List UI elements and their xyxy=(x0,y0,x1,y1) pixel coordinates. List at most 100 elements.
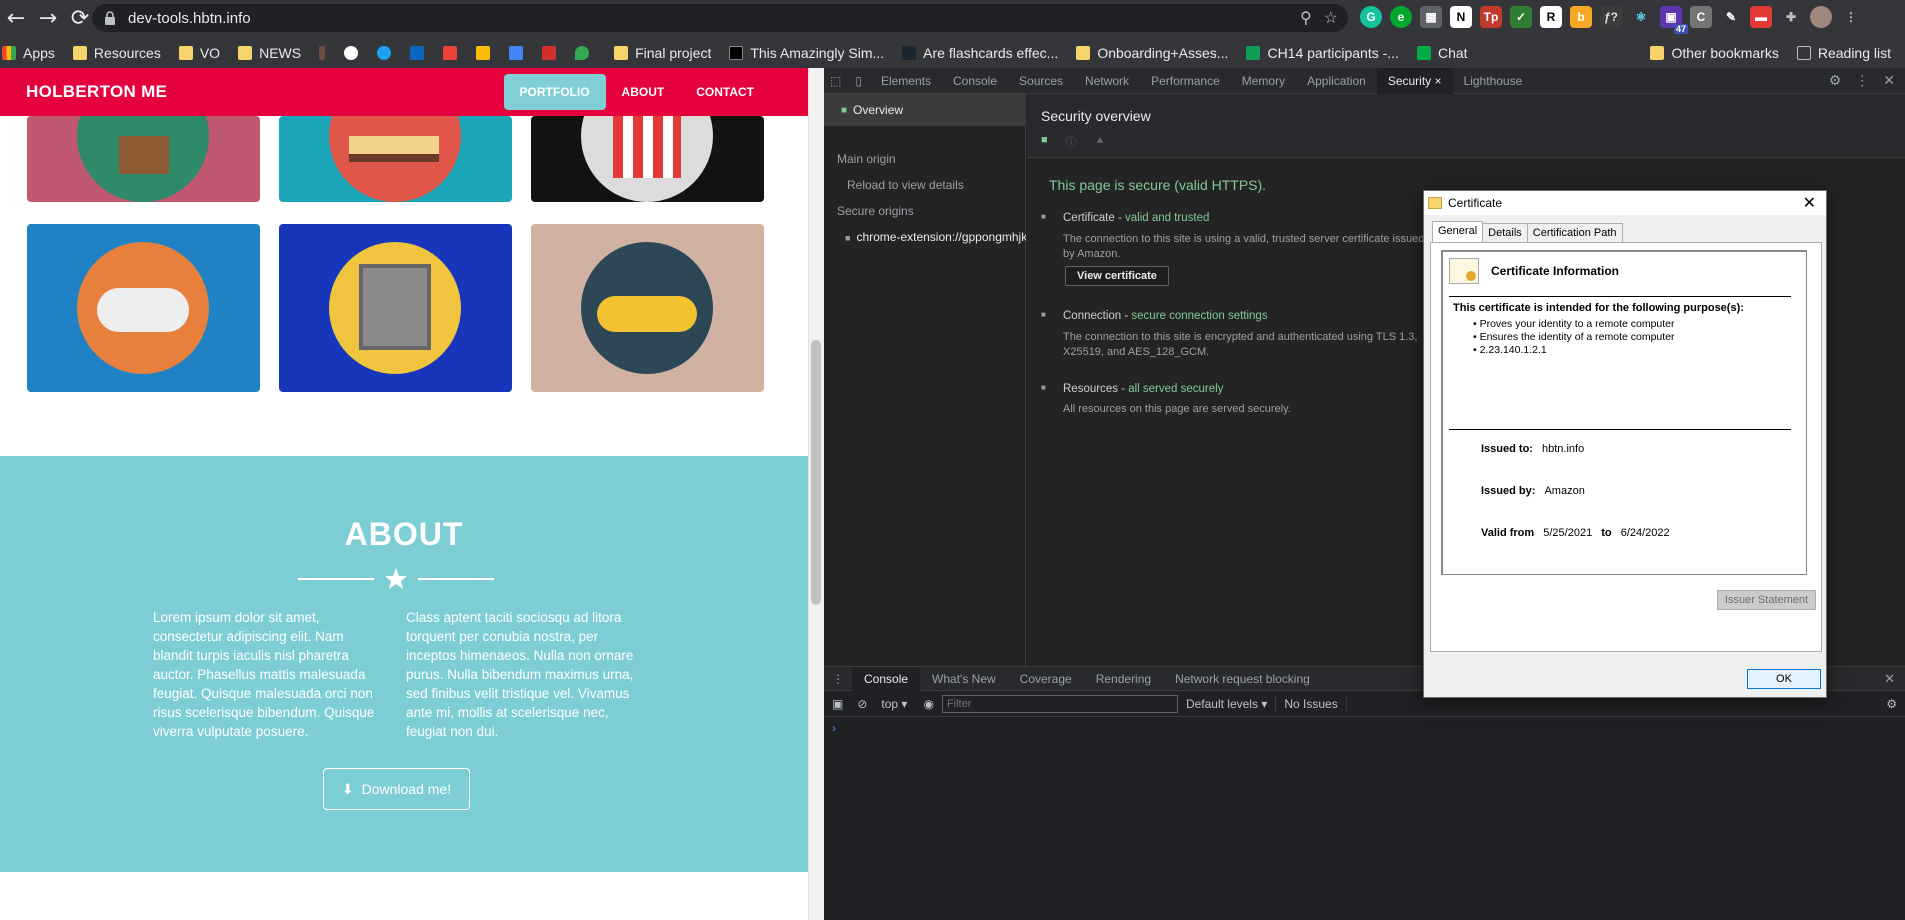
context-selector[interactable]: top ▾ xyxy=(873,697,915,711)
extension-icon[interactable]: ✓ xyxy=(1510,6,1532,28)
sidebar-toggle-icon[interactable]: ▣ xyxy=(824,697,851,711)
console-filter-input[interactable] xyxy=(941,694,1178,713)
log-levels-dropdown[interactable]: Default levels ▾ xyxy=(1178,697,1275,711)
drawer-tab-request-blocking[interactable]: Network request blocking xyxy=(1163,667,1322,691)
tab-lighthouse[interactable]: Lighthouse xyxy=(1453,68,1534,94)
certificate-info-box: Certificate Information This certificate… xyxy=(1441,250,1807,575)
maps-icon[interactable] xyxy=(575,45,590,60)
bookmark-link[interactable]: CH14 participants -... xyxy=(1246,45,1399,61)
tab-console[interactable]: Console xyxy=(942,68,1008,94)
close-drawer-icon[interactable]: ✕ xyxy=(1884,671,1905,687)
menu-kebab-icon[interactable]: ⋮ xyxy=(1840,6,1862,28)
bullet-icon: ■ xyxy=(1041,212,1046,221)
back-icon[interactable]: ← xyxy=(0,6,32,31)
drawer-tab-coverage[interactable]: Coverage xyxy=(1008,667,1084,691)
extension-icon[interactable]: R xyxy=(1540,6,1562,28)
sidebar-item-origin[interactable]: ■ chrome-extension://gppongmhjkpf xyxy=(845,230,1026,244)
zoom-icon[interactable]: ⚲ xyxy=(1300,8,1312,28)
portfolio-tile-cabin[interactable] xyxy=(27,116,260,202)
tab-network[interactable]: Network xyxy=(1074,68,1140,94)
bookmark-folder[interactable]: Final project xyxy=(614,45,711,61)
avatar[interactable] xyxy=(1810,6,1832,28)
notion-icon[interactable]: N xyxy=(1450,6,1472,28)
device-toggle-icon[interactable]: ▯ xyxy=(847,68,870,94)
nav-portfolio[interactable]: PORTFOLIO xyxy=(503,74,606,110)
download-button[interactable]: ⬇ Download me! xyxy=(323,768,470,810)
drawer-menu-icon[interactable]: ⋮ xyxy=(824,667,852,691)
live-expression-eye-icon[interactable]: ◉ xyxy=(915,697,941,711)
portfolio-tile-safe[interactable] xyxy=(279,224,512,392)
drawer-tab-console[interactable]: Console xyxy=(852,666,921,691)
portfolio-tile-circus[interactable] xyxy=(531,116,764,202)
linkedin-icon[interactable] xyxy=(410,45,425,60)
portfolio-tile-gamepad[interactable] xyxy=(27,224,260,392)
bookmark-link[interactable]: This Amazingly Sim... xyxy=(729,45,884,61)
bookmark-icon[interactable] xyxy=(542,45,557,60)
bookmark-other[interactable]: Other bookmarks xyxy=(1650,45,1779,61)
bookmark-star-icon[interactable]: ☆ xyxy=(1324,8,1338,28)
portfolio-tile-cake[interactable] xyxy=(279,116,512,202)
gmail-icon[interactable] xyxy=(443,45,458,60)
portfolio-tile-submarine[interactable] xyxy=(531,224,764,392)
extension-icon[interactable]: ▣ 47 xyxy=(1660,6,1688,34)
drawer-tab-whats-new[interactable]: What's New xyxy=(920,667,1008,691)
reading-list[interactable]: Reading list xyxy=(1796,45,1891,61)
issuer-statement-button[interactable]: Issuer Statement xyxy=(1717,590,1816,610)
extension-icon[interactable]: Tp xyxy=(1480,6,1502,28)
nav-about[interactable]: ABOUT xyxy=(606,74,681,110)
react-icon[interactable]: ⚛ xyxy=(1630,6,1652,28)
evernote-icon[interactable]: e xyxy=(1390,6,1412,28)
extension-icon[interactable]: ▦ xyxy=(1420,6,1442,28)
settings-gear-icon[interactable]: ⚙ xyxy=(1829,72,1842,89)
origin-square-icon: ■ xyxy=(845,233,851,243)
tab-elements[interactable]: Elements xyxy=(870,68,942,94)
github-icon[interactable] xyxy=(344,45,359,60)
page-scrollbar-thumb[interactable] xyxy=(811,340,821,605)
extension-icon[interactable]: ƒ? xyxy=(1600,6,1622,28)
tab-application[interactable]: Application xyxy=(1296,68,1377,94)
close-devtools-icon[interactable]: ✕ xyxy=(1883,72,1895,89)
bookmark-link[interactable]: Chat xyxy=(1416,45,1468,61)
twitter-icon[interactable] xyxy=(377,45,392,60)
dialog-tab-certification-path[interactable]: Certification Path xyxy=(1526,223,1623,244)
view-certificate-button[interactable]: View certificate xyxy=(1065,266,1169,286)
tab-memory[interactable]: Memory xyxy=(1231,68,1296,94)
reload-details-item[interactable]: Reload to view details xyxy=(847,178,964,192)
site-logo[interactable]: HOLBERTON ME xyxy=(26,82,167,102)
dialog-tab-details[interactable]: Details xyxy=(1482,223,1528,244)
calendar-icon[interactable] xyxy=(509,45,524,60)
extension-icon[interactable]: ▬ xyxy=(1750,6,1772,28)
ok-button[interactable]: OK xyxy=(1747,669,1821,689)
devtools-menu-icon[interactable]: ⋮ xyxy=(1855,72,1869,89)
bookmark-icon[interactable] xyxy=(319,45,326,60)
dialog-tab-general[interactable]: General xyxy=(1432,221,1484,242)
address-bar[interactable]: dev-tools.hbtn.info ⚲ ☆ xyxy=(92,4,1348,32)
puzzle-icon[interactable]: ✚ xyxy=(1780,6,1802,28)
google-drive-icon[interactable] xyxy=(476,45,491,60)
forward-icon[interactable]: → xyxy=(32,6,64,31)
bookmark-link[interactable]: Are flashcards effec... xyxy=(902,45,1058,61)
clear-console-icon[interactable]: ⊘ xyxy=(851,697,873,711)
console-prompt[interactable]: › xyxy=(824,717,1905,739)
issues-counter[interactable]: No Issues xyxy=(1275,696,1347,711)
bookmark-folder[interactable]: Onboarding+Asses... xyxy=(1076,45,1228,61)
sidebar-item-overview[interactable]: ■ Overview xyxy=(824,94,1026,126)
folder-icon xyxy=(614,45,629,60)
close-tab-icon[interactable]: × xyxy=(1435,74,1442,88)
drawer-tab-rendering[interactable]: Rendering xyxy=(1084,667,1163,691)
tab-performance[interactable]: Performance xyxy=(1140,68,1231,94)
inspect-icon[interactable]: ⬚ xyxy=(824,68,847,94)
bookmark-folder[interactable]: NEWS xyxy=(238,45,301,61)
extension-icon[interactable]: C xyxy=(1690,6,1712,28)
close-dialog-icon[interactable]: ✕ xyxy=(1793,193,1826,213)
bookmark-folder[interactable]: Resources xyxy=(72,45,161,61)
grammarly-icon[interactable]: G xyxy=(1360,6,1382,28)
bookmark-folder[interactable]: VO xyxy=(178,45,220,61)
extension-icon[interactable]: b xyxy=(1570,6,1592,28)
tab-sources[interactable]: Sources xyxy=(1008,68,1074,94)
console-settings-icon[interactable]: ⚙ xyxy=(1886,697,1905,711)
extension-icon[interactable]: ✎ xyxy=(1720,6,1742,28)
tab-security[interactable]: Security × xyxy=(1376,67,1453,94)
bookmark-apps[interactable]: Apps xyxy=(2,45,55,61)
nav-contact[interactable]: CONTACT xyxy=(680,74,770,110)
